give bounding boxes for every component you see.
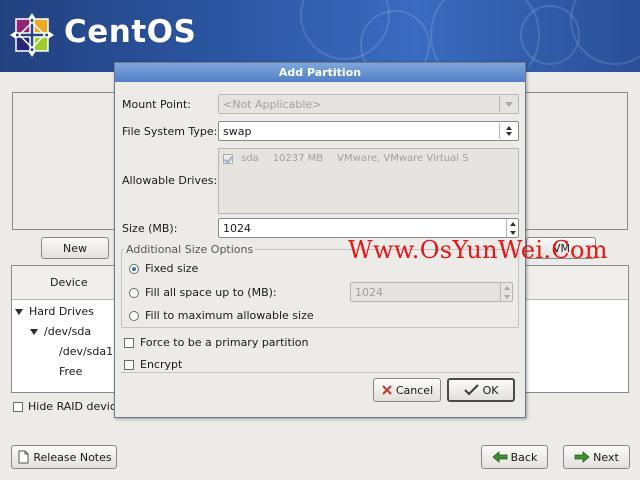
fill-max-radio[interactable]: Fill to maximum allowable size	[129, 309, 314, 322]
chevron-down-icon[interactable]	[499, 96, 517, 112]
encrypt-label: Encrypt	[140, 358, 183, 371]
dialog-title: Add Partition	[115, 63, 525, 82]
drive-name: sda	[241, 153, 259, 164]
new-button-label: New	[63, 241, 87, 255]
watermark-text: Www.OsYunWei.Com	[348, 236, 608, 264]
allowable-drives-label: Allowable Drives:	[122, 174, 218, 187]
fill-max-label: Fill to maximum allowable size	[145, 309, 314, 322]
drive-size: 10237 MB	[272, 153, 324, 164]
fill-up-to-label: Fill all space up to (MB):	[145, 286, 277, 299]
back-button-label: Back	[510, 450, 538, 464]
mount-point-label: Mount Point:	[122, 98, 191, 111]
tree-row-hard-drives[interactable]: Hard Drives	[15, 305, 94, 318]
hide-raid-label: Hide RAID device	[28, 400, 123, 413]
tree-row-dev-sda[interactable]: /dev/sda	[30, 325, 91, 338]
expander-icon[interactable]	[15, 309, 23, 315]
updown-arrows-icon[interactable]	[499, 123, 517, 139]
ok-button-label: OK	[482, 383, 499, 397]
additional-size-options-label: Additional Size Options	[124, 243, 256, 256]
radio-icon[interactable]	[129, 310, 139, 321]
document-icon	[18, 450, 29, 464]
next-button-label: Next	[593, 450, 619, 464]
next-button[interactable]: Next	[563, 445, 630, 469]
radio-selected-icon[interactable]	[129, 263, 139, 274]
checkbox-icon[interactable]	[124, 359, 134, 370]
size-value: 1024	[223, 221, 251, 235]
expander-icon[interactable]	[30, 329, 38, 335]
cancel-button[interactable]: Cancel	[373, 378, 441, 402]
checkbox-icon[interactable]	[124, 337, 134, 348]
checkbox-checked-icon	[223, 153, 233, 164]
size-spinbox[interactable]: 1024	[218, 218, 519, 238]
hide-raid-checkbox[interactable]: Hide RAID device	[13, 400, 123, 413]
fs-type-select[interactable]: swap	[218, 121, 519, 141]
device-column-header[interactable]: Device	[50, 276, 88, 289]
centos-logo-icon	[10, 13, 54, 57]
spin-buttons[interactable]	[500, 283, 512, 301]
release-notes-button[interactable]: Release Notes	[11, 445, 117, 469]
size-label: Size (MB):	[122, 222, 178, 235]
spin-up-icon[interactable]	[507, 219, 518, 228]
checkbox-icon[interactable]	[13, 401, 23, 412]
release-notes-label: Release Notes	[33, 450, 112, 464]
banner-swirl	[570, 0, 640, 65]
fill-up-to-radio[interactable]: Fill all space up to (MB):	[129, 286, 277, 299]
mount-point-combo[interactable]: <Not Applicable>	[218, 94, 519, 114]
spin-up-icon[interactable]	[501, 283, 512, 292]
logo-text: CentOS	[64, 14, 197, 50]
fill-up-to-spinbox[interactable]: 1024	[350, 282, 513, 302]
ok-check-icon	[463, 384, 479, 396]
force-primary-checkbox[interactable]: Force to be a primary partition	[124, 336, 309, 349]
cancel-icon	[382, 385, 392, 395]
dialog-separator	[121, 372, 519, 373]
cancel-button-label: Cancel	[395, 383, 434, 397]
fixed-size-radio[interactable]: Fixed size	[129, 262, 198, 275]
tree-row-dev-sda1[interactable]: /dev/sda1	[59, 345, 113, 358]
fs-type-label: File System Type:	[122, 125, 218, 138]
fill-up-to-value: 1024	[355, 285, 383, 299]
drive-model: VMware, VMware Virtual S	[337, 153, 469, 164]
fs-type-value: swap	[223, 124, 252, 138]
encrypt-checkbox[interactable]: Encrypt	[124, 358, 182, 371]
radio-icon[interactable]	[129, 287, 139, 298]
ok-button[interactable]: OK	[447, 378, 515, 402]
arrow-right-icon	[574, 451, 590, 463]
new-button[interactable]: New	[41, 237, 109, 259]
spin-buttons[interactable]	[506, 219, 518, 237]
spin-down-icon[interactable]	[501, 292, 512, 301]
allowable-drives-list: sda 10237 MB VMware, VMware Virtual S	[218, 148, 519, 214]
fixed-size-label: Fixed size	[145, 262, 199, 275]
arrow-left-icon	[492, 451, 508, 463]
force-primary-label: Force to be a primary partition	[140, 336, 309, 349]
drive-row-sda: sda 10237 MB VMware, VMware Virtual S	[223, 153, 483, 164]
mount-point-value: <Not Applicable>	[223, 97, 322, 111]
back-button[interactable]: Back	[481, 445, 548, 469]
tree-row-free[interactable]: Free	[59, 365, 82, 378]
